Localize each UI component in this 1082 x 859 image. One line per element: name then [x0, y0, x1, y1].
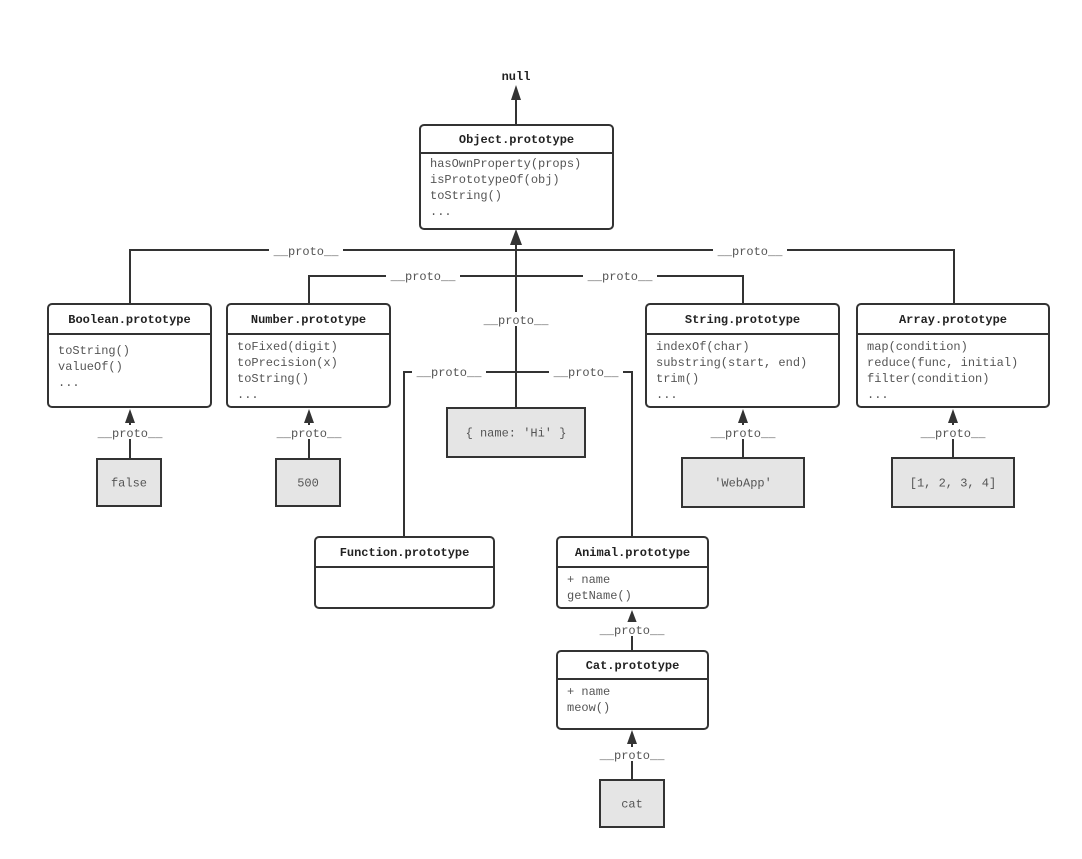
proto-label: __proto__ — [553, 366, 620, 380]
class-box-number: Number.prototype toFixed(digit) toPrecisio… — [226, 303, 391, 408]
arrow-head-cat — [627, 730, 637, 744]
class-title: String.prototype — [685, 313, 800, 327]
proto-label-500: __proto__ — [272, 425, 346, 441]
class-title: Number.prototype — [251, 313, 366, 327]
arrow-head-boolean — [125, 409, 135, 423]
class-title: Cat.prototype — [586, 659, 680, 673]
value-text: false — [111, 477, 147, 491]
class-box-string: String.prototype indexOf(char) substring(s… — [645, 303, 840, 408]
class-member: ... — [237, 388, 259, 402]
arrow-head-object — [510, 229, 522, 245]
class-member: indexOf(char) — [656, 340, 750, 354]
proto-label-array: __proto__ — [713, 243, 787, 259]
proto-label-string: __proto__ — [583, 268, 657, 284]
arrow-head-array — [948, 409, 958, 423]
class-member: substring(start, end) — [656, 356, 807, 370]
proto-label: __proto__ — [710, 427, 777, 441]
class-title: Boolean.prototype — [68, 313, 190, 327]
class-member: ... — [430, 205, 452, 219]
class-member: valueOf() — [58, 360, 123, 374]
proto-label: __proto__ — [920, 427, 987, 441]
value-box-500: 500 — [275, 458, 341, 507]
proto-label: __proto__ — [587, 270, 654, 284]
prototype-chain-diagram: __proto__ __proto__ __proto__ __proto__ __pr… — [47, 70, 1050, 828]
value-text: { name: 'Hi' } — [466, 427, 567, 441]
value-boxes: { name: 'Hi' } false 500 'WebApp' [1, 2, 3, … — [96, 407, 1015, 828]
value-box-obj-literal: { name: 'Hi' } — [446, 407, 586, 458]
class-member: getName() — [567, 589, 632, 603]
class-box-object: Object.prototype hasOwnProperty(props) isP… — [419, 124, 614, 230]
value-box-false: false — [96, 458, 162, 507]
proto-label-number: __proto__ — [386, 268, 460, 284]
null-label: null — [502, 70, 531, 84]
value-text: 500 — [297, 477, 319, 491]
class-member: + name — [567, 685, 610, 699]
proto-label: __proto__ — [416, 366, 483, 380]
proto-label-array-literal: __proto__ — [916, 425, 990, 441]
value-box-webapp: 'WebApp' — [681, 457, 805, 508]
class-member: reduce(func, initial) — [867, 356, 1018, 370]
proto-label-animal: __proto__ — [549, 364, 623, 380]
proto-label: __proto__ — [717, 245, 784, 259]
class-member: isPrototypeOf(obj) — [430, 173, 560, 187]
arrow-head-number — [304, 409, 314, 423]
proto-label: __proto__ — [276, 427, 343, 441]
class-box-animal: Animal.prototype + name getName() — [556, 536, 709, 609]
class-title: Animal.prototype — [575, 546, 690, 560]
proto-label: __proto__ — [97, 427, 164, 441]
class-member: + name — [567, 573, 610, 587]
proto-label: __proto__ — [390, 270, 457, 284]
proto-label-webapp: __proto__ — [706, 425, 780, 441]
class-member: trim() — [656, 372, 699, 386]
arrow-head-animal — [627, 610, 637, 623]
value-box-cat-instance: cat — [599, 779, 665, 828]
class-box-boolean: Boolean.prototype toString() valueOf()... — [47, 303, 212, 408]
proto-label-boolean: __proto__ — [269, 243, 343, 259]
class-member: toPrecision(x) — [237, 356, 338, 370]
arrow-head-string — [738, 409, 748, 423]
class-member: toString() — [430, 189, 502, 203]
class-member: toFixed(digit) — [237, 340, 338, 354]
proto-label: __proto__ — [273, 245, 340, 259]
class-title: Function.prototype — [340, 546, 470, 560]
value-text: cat — [621, 798, 643, 812]
proto-label-function: __proto__ — [412, 364, 486, 380]
class-member: hasOwnProperty(props) — [430, 157, 581, 171]
class-title: Object.prototype — [459, 133, 574, 147]
class-box-array: Array.prototype map(condition) reduce(func… — [856, 303, 1050, 408]
class-title: Array.prototype — [899, 313, 1007, 327]
value-text: [1, 2, 3, 4] — [910, 477, 996, 491]
class-box-cat: Cat.prototype + name meow() — [556, 650, 709, 730]
class-box-function: Function.prototype — [314, 536, 495, 609]
proto-label-cat: __proto__ — [595, 622, 669, 638]
class-member: ... — [867, 388, 889, 402]
proto-label: __proto__ — [483, 314, 550, 328]
proto-label-cat-instance: __proto__ — [595, 747, 669, 763]
class-member: meow() — [567, 701, 610, 715]
proto-label: __proto__ — [599, 749, 666, 763]
proto-label: __proto__ — [599, 624, 666, 638]
value-box-array-literal: [1, 2, 3, 4] — [891, 457, 1015, 508]
class-member: ... — [656, 388, 678, 402]
class-member: ... — [58, 376, 80, 390]
proto-label-false: __proto__ — [93, 425, 167, 441]
proto-label-obj-literal: __proto__ — [479, 312, 553, 328]
class-member: toString() — [58, 344, 130, 358]
class-member: toString() — [237, 372, 309, 386]
link-number-string-bar — [308, 275, 744, 304]
class-member: map(condition) — [867, 340, 968, 354]
value-text: 'WebApp' — [714, 477, 772, 491]
class-member: filter(condition) — [867, 372, 989, 386]
arrow-head-null — [511, 85, 521, 100]
